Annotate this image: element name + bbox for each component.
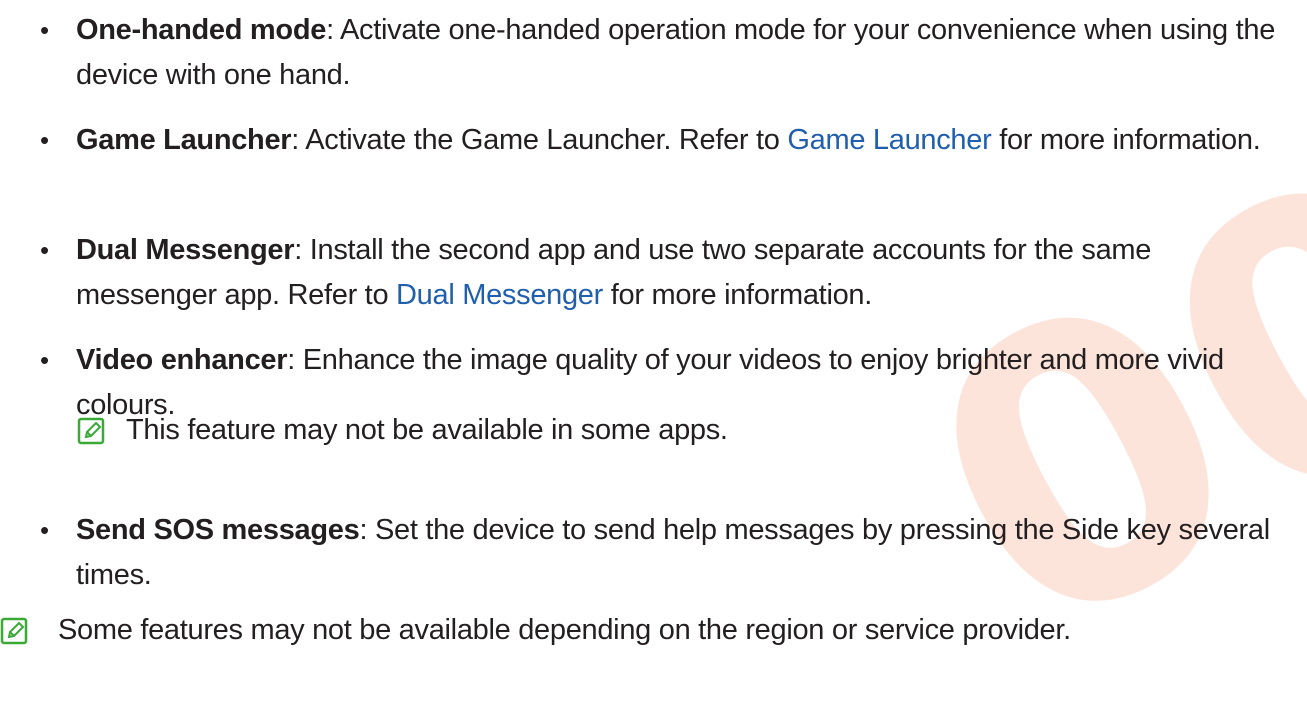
list-item: • Game Launcher: Activate the Game Launc…: [40, 118, 1295, 163]
note-general: Some features may not be available depen…: [0, 608, 1071, 653]
list-item: • Send SOS messages: Set the device to s…: [40, 508, 1295, 598]
list-item: • Dual Messenger: Install the second app…: [40, 228, 1295, 318]
note-text: This feature may not be available in som…: [126, 414, 728, 446]
note-text: Some features may not be available depen…: [58, 614, 1071, 646]
dual-messenger-link[interactable]: Dual Messenger: [396, 279, 603, 311]
list-item-text: Send SOS messages: Set the device to sen…: [76, 508, 1295, 598]
game-launcher-link[interactable]: Game Launcher: [787, 124, 991, 156]
term-game-launcher: Game Launcher: [76, 124, 292, 156]
bullet: •: [40, 345, 50, 375]
bullet: •: [40, 125, 50, 155]
note-pencil-icon: [0, 617, 28, 644]
description-end: for more information.: [991, 124, 1261, 156]
bullet: •: [40, 15, 50, 45]
list-item-text: One-handed mode: Activate one-handed ope…: [76, 8, 1295, 98]
bullet: •: [40, 515, 50, 545]
description: : Activate the Game Launcher. Refer to: [291, 124, 788, 156]
term-send-sos-messages: Send SOS messages: [76, 514, 360, 546]
bullet: •: [40, 235, 50, 265]
term-one-handed-mode: One-handed mode: [76, 14, 327, 46]
note-video-enhancer: This feature may not be available in som…: [77, 408, 728, 453]
term-video-enhancer: Video enhancer: [76, 344, 288, 376]
term-dual-messenger: Dual Messenger: [76, 234, 295, 266]
description-end: for more information.: [603, 279, 873, 311]
list-item-text: Game Launcher: Activate the Game Launche…: [76, 118, 1295, 163]
list-item-text: Dual Messenger: Install the second app a…: [76, 228, 1295, 318]
note-pencil-icon: [77, 417, 105, 444]
list-item: • One-handed mode: Activate one-handed o…: [40, 8, 1295, 98]
